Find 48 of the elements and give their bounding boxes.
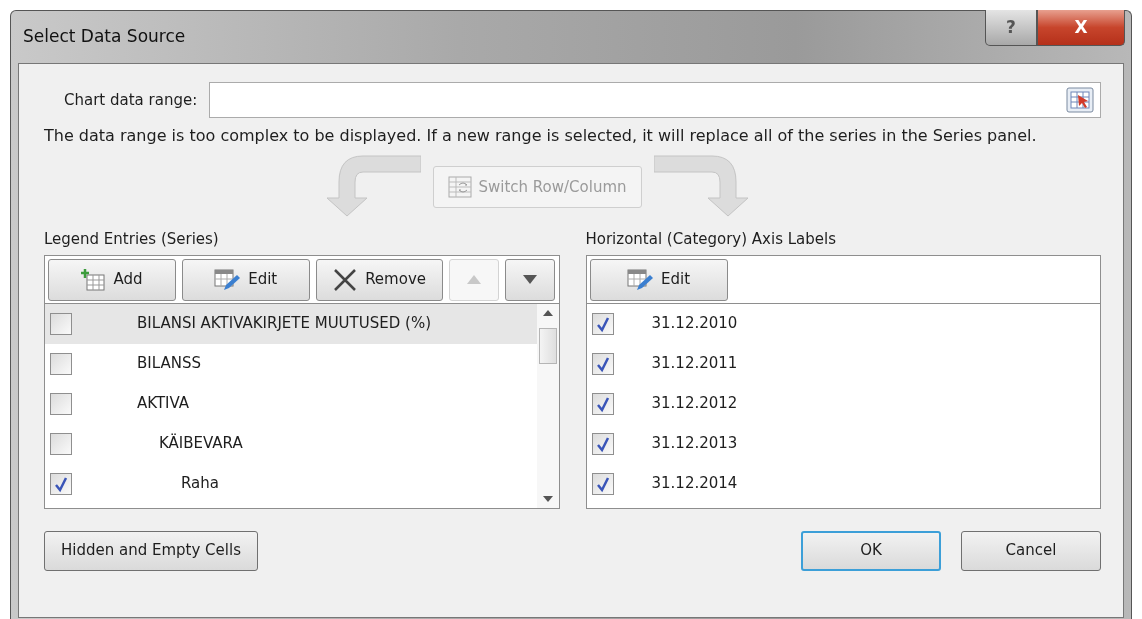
series-list-item[interactable]: BILANSI AKTIVAKIRJETE MUUTUSED (%) — [45, 303, 537, 344]
add-table-icon — [81, 268, 106, 291]
add-button[interactable]: Add — [48, 258, 176, 301]
checkbox[interactable] — [50, 432, 72, 455]
checkbox[interactable] — [50, 312, 72, 335]
table-icon — [448, 176, 473, 198]
move-up-icon — [467, 275, 482, 284]
remove-button[interactable]: Remove — [315, 258, 444, 301]
remove-x-icon — [333, 267, 358, 292]
series-list-item[interactable]: KÄIBEVARA — [45, 423, 537, 464]
edit-table-icon — [214, 267, 241, 292]
section-title: Horizontal (Category) Axis Labels — [585, 229, 838, 250]
checkbox[interactable] — [50, 352, 72, 375]
edit-button[interactable]: Edit — [181, 258, 310, 301]
checkbox[interactable] — [591, 352, 614, 375]
checkbox[interactable] — [591, 472, 614, 495]
axis-label-item[interactable]: 31.12.2014 — [586, 463, 1100, 504]
scroll-up-icon[interactable] — [542, 309, 553, 316]
axis-label-item[interactable]: 31.12.2010 — [586, 303, 1100, 344]
section-title: Legend Entries (Series) — [44, 229, 220, 250]
checkbox[interactable] — [591, 312, 614, 335]
axis-label-item[interactable]: 31.12.2013 — [586, 423, 1100, 464]
hidden-empty-cells-button[interactable]: Hidden and Empty Cells — [44, 530, 258, 571]
field-label: Chart data range: — [64, 89, 198, 111]
move-down-icon — [523, 275, 538, 284]
scroll-thumb[interactable] — [538, 327, 557, 364]
checkbox[interactable] — [591, 392, 614, 415]
checkbox[interactable] — [50, 392, 72, 415]
checkbox[interactable] — [591, 432, 614, 455]
window-title: Select Data Source — [23, 25, 186, 49]
series-list-item[interactable]: Raha — [45, 463, 537, 504]
axis-label-item[interactable]: 31.12.2012 — [586, 383, 1100, 424]
cancel-button[interactable]: Cancel — [961, 530, 1101, 571]
range-picker-icon[interactable] — [1066, 87, 1094, 113]
edit-button[interactable]: Edit — [589, 258, 728, 301]
scroll-down-icon[interactable] — [542, 495, 553, 502]
series-list-item[interactable]: AKTIVA — [45, 383, 537, 424]
edit-table-icon — [626, 267, 653, 292]
move-down-button[interactable] — [505, 258, 556, 301]
ok-button[interactable]: OK — [801, 530, 941, 571]
chart-data-range-field[interactable] — [209, 82, 1101, 118]
series-list-item[interactable]: BILANSS — [45, 343, 537, 384]
close-button[interactable]: X — [1037, 10, 1125, 46]
scrollbar[interactable] — [536, 303, 559, 508]
info-message: The data range is too complex to be displayed. If a new range is selected, it will replace all of the series in the Series panel. — [44, 126, 1038, 146]
checkbox[interactable] — [50, 472, 72, 495]
help-button[interactable]: ? — [985, 10, 1037, 46]
axis-label-item[interactable]: 31.12.2011 — [586, 343, 1100, 384]
